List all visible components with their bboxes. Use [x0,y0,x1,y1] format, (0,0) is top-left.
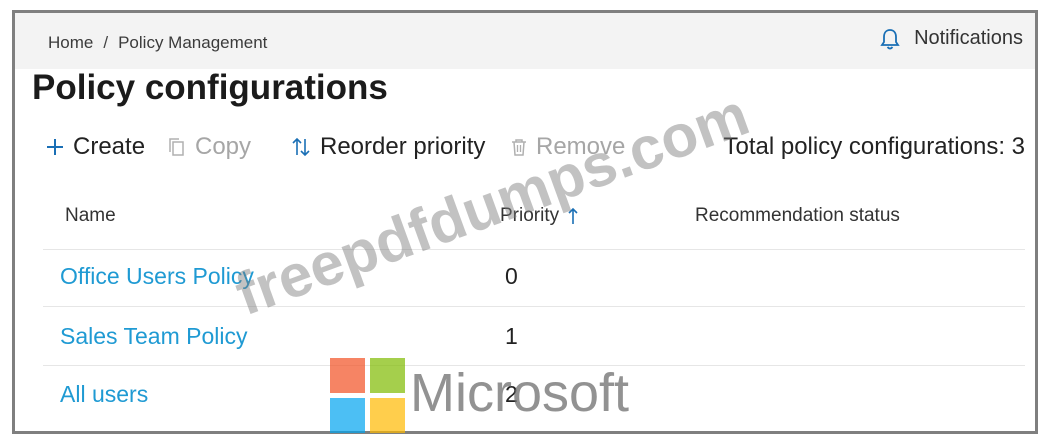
page-title: Policy configurations [32,68,388,107]
reorder-priority-button[interactable]: Reorder priority [290,133,485,161]
breadcrumb-separator: / [103,33,109,52]
trash-icon [512,139,526,156]
policy-name-link[interactable]: All users [60,381,148,408]
create-button[interactable]: Create [45,133,145,161]
notifications-button[interactable]: Notifications [880,27,1023,50]
remove-button[interactable]: Remove [510,133,625,161]
policy-name-link[interactable]: Office Users Policy [60,263,254,290]
notifications-label: Notifications [914,27,1023,49]
table-row[interactable]: Sales Team Policy 1 [15,311,1035,361]
microsoft-logo-icon [330,358,405,433]
top-bar: Home / Policy Management Notifications [15,13,1035,69]
sort-ascending-icon [568,207,578,224]
policy-priority: 1 [505,323,518,349]
column-header-name[interactable]: Name [65,205,116,227]
policy-name-link[interactable]: Sales Team Policy [60,323,248,350]
copy-icon [169,138,184,156]
column-header-priority[interactable]: Priority [500,205,579,227]
bell-icon [880,28,900,49]
divider [43,249,1025,250]
priority-header-label: Priority [500,205,560,226]
microsoft-wordmark: Microsoft [410,363,630,423]
breadcrumb: Home / Policy Management [48,33,267,53]
breadcrumb-current: Policy Management [118,33,268,52]
remove-label: Remove [536,133,626,160]
plus-icon [47,139,63,155]
table-header: Name Priority Recommendation status [15,201,1035,241]
copy-label: Copy [195,133,252,160]
table-row[interactable]: Office Users Policy 0 [15,251,1035,301]
column-header-recommendation[interactable]: Recommendation status [695,205,900,227]
divider [43,306,1025,307]
policy-priority: 0 [505,263,518,289]
sort-arrows-icon [292,137,310,157]
command-bar: Create Copy Reorder priority Remove Tota… [45,133,1035,169]
create-label: Create [73,133,146,160]
copy-button[interactable]: Copy [167,133,251,161]
total-count: Total policy configurations: 3 [723,133,1026,160]
breadcrumb-home[interactable]: Home [48,33,93,52]
reorder-label: Reorder priority [320,133,486,160]
